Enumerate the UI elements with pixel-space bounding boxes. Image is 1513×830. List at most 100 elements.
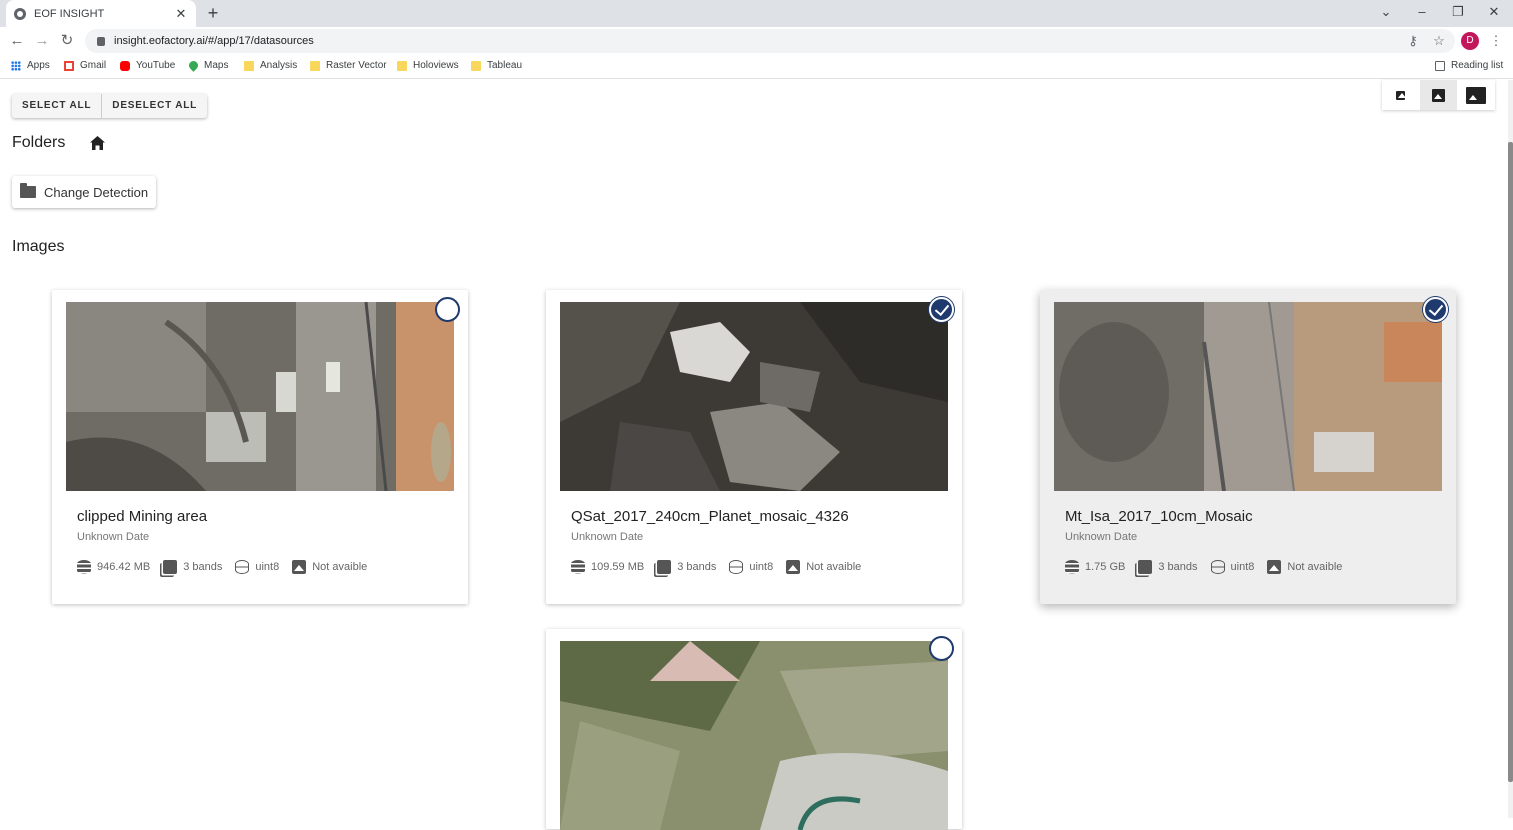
folder-label: Change Detection — [44, 184, 149, 200]
card-date: Unknown Date — [1065, 531, 1138, 543]
image-thumbnail — [560, 302, 948, 491]
layers-icon — [163, 560, 178, 574]
bookmark-label: Holoviews — [413, 60, 459, 71]
image-thumbnail — [66, 302, 454, 491]
large-view-button[interactable] — [1457, 80, 1496, 110]
meta-size: 946.42 MB — [77, 560, 150, 574]
bookmark-gmail[interactable]: Gmail — [64, 60, 106, 71]
address-bar[interactable]: insight.eofactory.ai/#/app/17/datasource… — [85, 29, 1455, 53]
card-title: QSat_2017_240cm_Planet_mosaic_4326 — [571, 508, 849, 525]
image-medium-icon — [1432, 88, 1445, 102]
minimize-icon[interactable]: – — [1412, 4, 1432, 19]
new-tab-icon[interactable]: + — [204, 3, 222, 23]
bookmark-maps[interactable]: Maps — [187, 59, 228, 72]
select-checkbox[interactable] — [1423, 297, 1448, 322]
browser-tab[interactable]: EOF INSIGHT ✕ — [6, 0, 196, 27]
meta-dtype: uint8 — [1210, 560, 1255, 574]
key-icon[interactable]: ⚷ — [1405, 33, 1421, 49]
bookmark-apps[interactable]: Apps — [11, 60, 50, 71]
window-close-icon[interactable]: ✕ — [1484, 4, 1504, 20]
select-checkbox[interactable] — [929, 636, 954, 661]
images-heading: Images — [12, 238, 65, 255]
apps-icon — [11, 60, 21, 71]
bookmark-analysis[interactable]: Analysis — [244, 60, 297, 71]
size-value: 1.75 GB — [1085, 561, 1126, 573]
folders-heading: Folders — [12, 134, 66, 151]
selection-button-group: SELECT ALL DESELECT ALL — [12, 94, 208, 118]
star-icon[interactable]: ☆ — [1431, 33, 1447, 49]
bookmarks-bar: Apps Gmail YouTube Maps Analysis Raster … — [0, 55, 1513, 79]
tab-search-icon[interactable]: ⌄ — [1376, 4, 1396, 20]
select-all-button[interactable]: SELECT ALL — [12, 94, 101, 118]
image-icon — [786, 560, 801, 574]
meta-dtype: uint8 — [235, 560, 279, 574]
bookmark-raster-vector[interactable]: Raster Vector — [310, 60, 387, 71]
reading-list-icon — [1435, 60, 1445, 71]
image-thumbnail — [1054, 302, 1442, 491]
gmail-icon — [64, 60, 74, 71]
meta-bands: 3 bands — [1138, 560, 1198, 574]
database-icon — [77, 560, 91, 574]
card-title: Mt_Isa_2017_10cm_Mosaic — [1065, 508, 1253, 525]
size-value: 946.42 MB — [97, 561, 151, 573]
bookmark-label: Apps — [27, 60, 50, 71]
folder-icon — [471, 60, 481, 71]
image-card[interactable]: QSat_2017_240cm_Planet_mosaic_4326 Unkno… — [546, 290, 962, 604]
select-checkbox[interactable] — [435, 297, 460, 322]
home-icon[interactable] — [90, 136, 105, 150]
browser-toolbar: ← → ↻ insight.eofactory.ai/#/app/17/data… — [0, 27, 1513, 55]
site-favicon-icon — [14, 7, 26, 20]
card-metadata: 946.42 MB 3 bands uint8 Not avaible — [77, 560, 380, 574]
image-card[interactable]: clipped Mining area Unknown Date 946.42 … — [52, 290, 468, 604]
image-icon — [292, 560, 307, 574]
meta-preview: Not avaible — [1267, 560, 1342, 574]
medium-view-button[interactable] — [1419, 80, 1458, 110]
folder-icon — [310, 60, 320, 71]
image-small-icon — [1396, 90, 1406, 100]
profile-avatar[interactable]: D — [1461, 32, 1479, 50]
page-content: SELECT ALL DESELECT ALL Folders Change D… — [0, 80, 1508, 830]
folder-icon — [397, 60, 407, 71]
image-thumbnail — [560, 641, 948, 830]
forward-icon[interactable]: → — [33, 32, 51, 50]
deselect-all-button[interactable]: DESELECT ALL — [101, 94, 207, 118]
reading-list-label: Reading list — [1451, 60, 1504, 71]
page-scrollbar[interactable] — [1508, 80, 1513, 818]
card-metadata: 109.59 MB 3 bands uint8 Not avaible — [571, 560, 874, 574]
layers-icon — [657, 560, 672, 574]
dtype-value: uint8 — [1230, 561, 1255, 573]
menu-kebab-icon[interactable]: ⋮ — [1488, 33, 1504, 49]
reload-icon[interactable]: ↻ — [58, 32, 76, 50]
bookmark-label: Tableau — [487, 60, 523, 71]
image-card[interactable]: Mt_Isa_2017_10cm_Mosaic Unknown Date 1.7… — [1040, 290, 1456, 604]
bookmark-youtube[interactable]: YouTube — [120, 60, 175, 71]
back-icon[interactable]: ← — [8, 32, 26, 50]
small-view-button[interactable] — [1382, 80, 1420, 110]
database-icon — [571, 560, 585, 574]
folder-change-detection[interactable]: Change Detection — [12, 176, 157, 208]
meta-bands: 3 bands — [657, 560, 716, 574]
close-tab-icon[interactable]: ✕ — [174, 6, 188, 22]
card-title: clipped Mining area — [77, 508, 208, 525]
meta-preview: Not avaible — [786, 560, 861, 574]
image-card[interactable] — [546, 629, 962, 830]
select-checkbox[interactable] — [929, 297, 954, 322]
image-icon — [1267, 560, 1282, 574]
database-icon — [1065, 560, 1079, 574]
bands-value: 3 bands — [1158, 561, 1198, 573]
bookmark-tableau[interactable]: Tableau — [471, 60, 522, 71]
scrollbar-thumb[interactable] — [1508, 142, 1513, 782]
bookmark-holoviews[interactable]: Holoviews — [397, 60, 459, 71]
meta-preview: Not avaible — [292, 560, 367, 574]
image-large-icon — [1466, 86, 1487, 104]
dtype-value: uint8 — [749, 561, 774, 573]
datatype-icon — [729, 560, 744, 574]
reading-list[interactable]: Reading list — [1435, 60, 1503, 71]
restore-icon[interactable]: ❐ — [1448, 4, 1468, 20]
card-metadata: 1.75 GB 3 bands uint8 Not avaible — [1065, 560, 1355, 574]
view-size-toggle — [1382, 80, 1496, 110]
bands-value: 3 bands — [677, 561, 717, 573]
datatype-icon — [235, 560, 250, 574]
bookmark-label: Raster Vector — [326, 60, 387, 71]
layers-icon — [1138, 560, 1153, 574]
